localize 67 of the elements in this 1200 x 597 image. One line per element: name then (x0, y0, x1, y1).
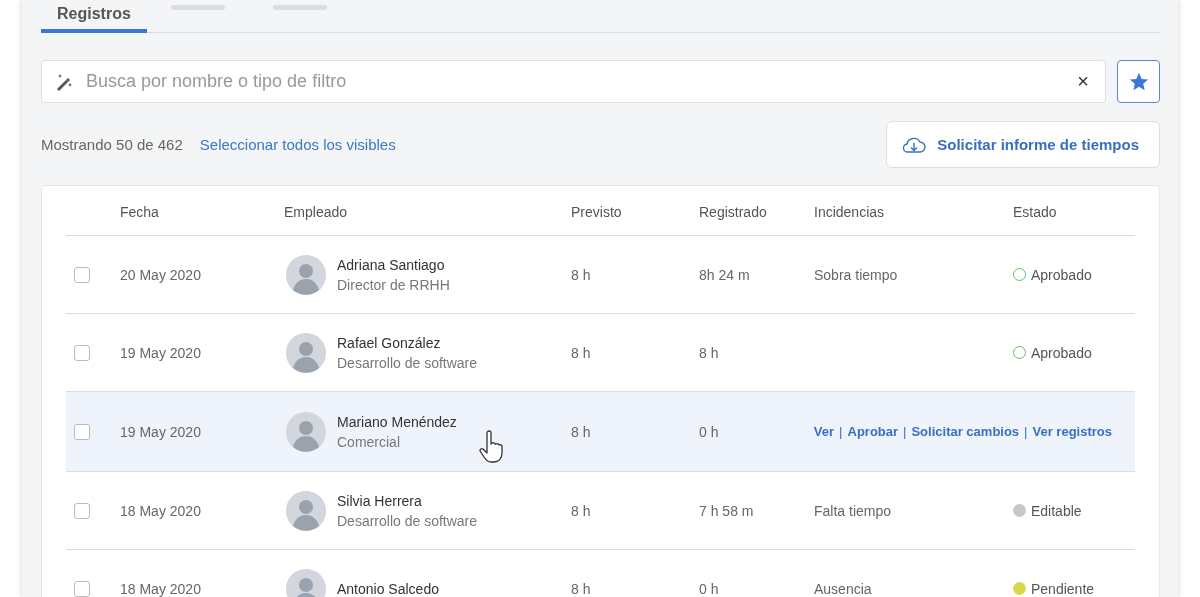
column-header[interactable]: Incidencias (814, 203, 1013, 220)
date-cell: 19 May 2020 (120, 423, 201, 440)
incident-cell: Ausencia (814, 580, 872, 597)
table-row[interactable]: 18 May 2020 Antonio Salcedo 8 h 0 h Ausencia Pendiente (66, 550, 1135, 597)
tab[interactable]: Registros (41, 5, 147, 33)
status-label: Aprobado (1031, 344, 1092, 361)
incident-cell: Sobra tiempo (814, 266, 898, 283)
status-label: Editable (1031, 502, 1082, 519)
table-row[interactable]: 19 May 2020 Mariano Menéndez Comercial 8 h 0 h Ver | Aprobar | Solicitar cambios | Ver registros (66, 392, 1135, 472)
date-cell: 20 May 2020 (120, 266, 201, 283)
employee-name: Adriana Santiago (337, 256, 446, 273)
avatar-silhouette-icon (286, 332, 326, 373)
planned-cell: 8 h (571, 502, 591, 519)
logged-cell: 8 h (699, 344, 719, 361)
checkbox[interactable] (74, 423, 90, 440)
clear-button[interactable]: × (1073, 70, 1093, 93)
employee-name: Mariano Menéndez (337, 413, 457, 430)
date-cell: 18 May 2020 (120, 502, 201, 519)
column-header[interactable]: Fecha (120, 203, 284, 220)
column-header[interactable]: Previsto (571, 203, 699, 220)
employee-role: Comercial (337, 433, 401, 450)
separator: | (839, 424, 843, 439)
status-label: Pendiente (1031, 580, 1095, 597)
planned-cell: 8 h (571, 580, 591, 597)
avatar-silhouette-icon (286, 254, 326, 295)
planned-cell: 8 h (571, 266, 591, 283)
search-field[interactable]: Busca por nombre o tipo de filtro × (41, 60, 1106, 103)
employee-name: Rafael González (337, 334, 442, 351)
incident-cell: Falta tiempo (814, 502, 892, 519)
logged-cell: 0 h (699, 580, 719, 597)
action-link[interactable]: Solicitar cambios (911, 424, 1020, 439)
action-link[interactable]: Ver (813, 424, 835, 439)
checkbox[interactable] (74, 580, 90, 597)
date-cell: 18 May 2020 (120, 580, 201, 597)
logged-cell: 0 h (699, 423, 719, 440)
report-button[interactable]: Solicitar informe de tiempos (886, 121, 1160, 168)
date-cell: 19 May 2020 (120, 344, 201, 361)
logged-cell: 8h 24 m (699, 266, 750, 283)
hand-cursor-icon (479, 430, 505, 464)
tab[interactable] (170, 5, 225, 10)
employee-role: Desarrollo de software (337, 354, 478, 371)
column-header[interactable]: Empleado (284, 203, 571, 220)
checkbox[interactable] (74, 266, 90, 283)
separator: | (903, 424, 907, 439)
employee-role: Desarrollo de software (337, 512, 478, 529)
employee-name: Antonio Salcedo (337, 580, 439, 597)
table-row[interactable]: 20 May 2020 Adriana Santiago Director de RRHH 8 h 8h 24 m Sobra tiempo Aprobado (66, 236, 1135, 314)
column-header[interactable]: Registrado (699, 203, 814, 220)
planned-cell: 8 h (571, 423, 591, 440)
tab[interactable] (272, 5, 327, 10)
avatar-silhouette-icon (286, 568, 326, 597)
logged-cell: 7 h 58 m (699, 502, 754, 519)
status-label: Aprobado (1031, 266, 1092, 283)
results-count: Mostrando 50 de 462 (41, 136, 183, 153)
employee-role: Director de RRHH (337, 276, 450, 293)
action-link[interactable]: Ver registros (1032, 424, 1112, 439)
employee-name: Silvia Herrera (337, 492, 423, 509)
checkbox[interactable] (74, 344, 90, 361)
checkbox[interactable] (74, 502, 90, 519)
avatar-silhouette-icon (286, 490, 326, 531)
separator: | (1024, 424, 1028, 439)
favorites-button[interactable] (1117, 60, 1160, 103)
action-link[interactable]: Aprobar (847, 424, 899, 439)
column-header[interactable]: Estado (1013, 203, 1135, 220)
select-all-link[interactable]: Seleccionar todos los visibles (199, 136, 396, 153)
planned-cell: 8 h (571, 344, 591, 361)
table-row[interactable]: 18 May 2020 Silvia Herrera Desarrollo de software 8 h 7 h 58 m Falta tiempo Editable (66, 472, 1135, 550)
